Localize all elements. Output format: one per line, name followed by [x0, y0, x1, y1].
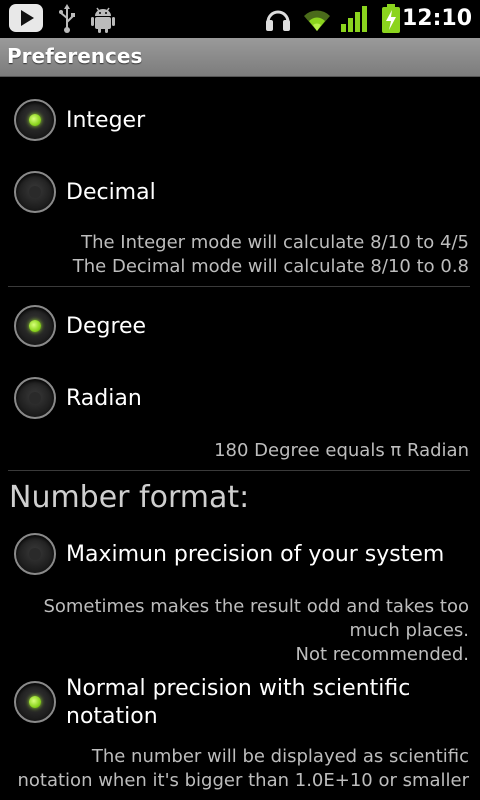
radio-option-decimal[interactable]: Decimal: [0, 163, 480, 223]
radio-button-degree[interactable]: [14, 305, 56, 347]
radio-label-normal-precision-line-1: Normal precision with scientific: [66, 676, 411, 701]
radio-label-radian: Radian: [66, 386, 142, 411]
radio-label-degree: Degree: [66, 314, 147, 339]
normal-precision-note-line-2: notation when it's bigger than 1.0E+10 o…: [17, 770, 469, 791]
title-bar: Preferences: [0, 38, 480, 77]
status-time: 12:10: [401, 6, 472, 31]
angle-note: 180 Degree equals π Radian: [214, 439, 469, 463]
radio-option-radian[interactable]: Radian: [0, 371, 480, 431]
mode-note: The Integer mode will calculate 8/10 to …: [73, 231, 469, 279]
play-icon: [8, 3, 44, 37]
max-precision-note-line-2: much places.: [349, 620, 470, 641]
max-precision-note-line-3: Not recommended.: [295, 644, 469, 665]
radio-button-radian[interactable]: [14, 377, 56, 419]
signal-icon: [340, 4, 368, 38]
battery-charging-icon: [380, 4, 402, 38]
number-format-heading: Number format:: [9, 480, 250, 515]
radio-label-decimal: Decimal: [66, 180, 156, 205]
radio-button-normal-precision[interactable]: [14, 681, 56, 723]
radio-option-degree[interactable]: Degree: [0, 299, 480, 359]
radio-label-max-precision: Maximun precision of your system: [66, 542, 445, 567]
headphones-icon: [264, 4, 292, 38]
radio-button-max-precision[interactable]: [14, 533, 56, 575]
normal-precision-note: The number will be displayed as scientif…: [17, 745, 469, 793]
page-title: Preferences: [7, 44, 143, 68]
radio-option-normal-precision[interactable]: Normal precision with scientific notatio…: [0, 675, 480, 741]
mode-note-line-2: The Decimal mode will calculate 8/10 to …: [72, 256, 469, 277]
radio-label-normal-precision: Normal precision with scientific notatio…: [66, 675, 410, 731]
angle-note-line-1: 180 Degree equals π Radian: [214, 440, 469, 461]
max-precision-note: Sometimes makes the result odd and takes…: [43, 595, 469, 667]
status-bar: 12:10: [0, 0, 480, 38]
divider: [8, 470, 470, 471]
max-precision-note-line-1: Sometimes makes the result odd and takes…: [43, 596, 469, 617]
radio-option-integer[interactable]: Integer: [0, 91, 480, 151]
mode-note-line-1: The Integer mode will calculate 8/10 to …: [81, 232, 469, 253]
preferences-list: Integer Decimal The Integer mode will ca…: [0, 77, 480, 800]
normal-precision-note-line-1: The number will be displayed as scientif…: [91, 746, 469, 767]
wifi-icon: [302, 4, 332, 38]
radio-button-integer[interactable]: [14, 99, 56, 141]
divider: [8, 286, 470, 287]
radio-option-max-precision[interactable]: Maximun precision of your system: [0, 527, 480, 587]
radio-label-normal-precision-line-2: notation: [66, 704, 158, 729]
android-debug-icon: [90, 4, 116, 38]
radio-button-decimal[interactable]: [14, 171, 56, 213]
radio-label-integer: Integer: [66, 108, 146, 133]
usb-icon: [56, 4, 78, 38]
